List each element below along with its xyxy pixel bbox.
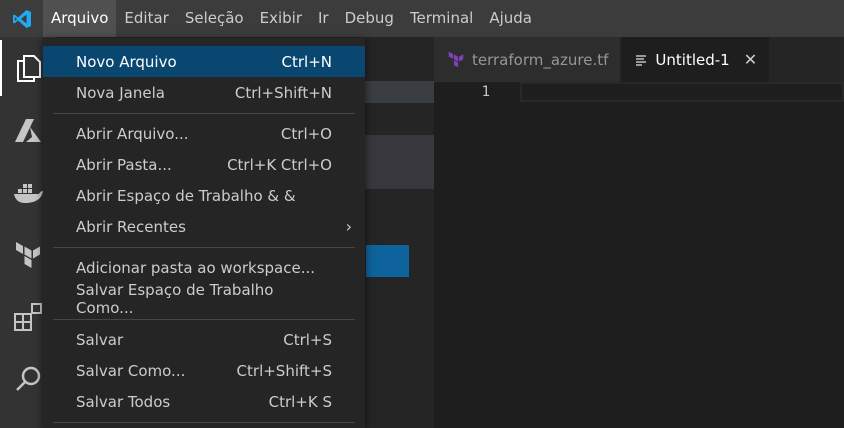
menu-editar[interactable]: Editar: [116, 0, 176, 37]
terraform-file-icon: [448, 51, 464, 68]
line-number: 1: [481, 84, 490, 100]
chevron-right-icon: ›: [345, 217, 352, 236]
menu-item-salvar-como[interactable]: Salvar Como... Ctrl+Shift+S: [43, 355, 365, 386]
menu-item-label: Abrir Espaço de Trabalho & &: [76, 186, 296, 205]
menu-item-label: Salvar: [76, 330, 124, 349]
menu-item-abrir-arquivo[interactable]: Abrir Arquivo... Ctrl+O: [43, 118, 365, 149]
menu-item-label: Abrir Arquivo...: [76, 124, 189, 143]
menu-item-salvar-todos[interactable]: Salvar Todos Ctrl+K S: [43, 386, 365, 417]
menu-separator: [53, 113, 355, 114]
menu-item-nova-janela[interactable]: Nova Janela Ctrl+Shift+N: [43, 77, 365, 108]
menu-item-salvar-espaco-como[interactable]: Salvar Espaço de Trabalho Como...: [43, 280, 365, 317]
menu-item-shortcut: Ctrl+K S: [268, 392, 332, 411]
menu-debug[interactable]: Debug: [337, 0, 402, 37]
menu-item-novo-arquivo[interactable]: Novo Arquivo Ctrl+N: [43, 46, 365, 77]
menu-terminal[interactable]: Terminal: [402, 0, 481, 37]
tab-label: terraform_azure.tf: [472, 50, 609, 69]
menu-item-shortcut: Ctrl+S: [283, 330, 332, 349]
current-line-highlight: [520, 82, 844, 102]
menu-item-label: Salvar Espaço de Trabalho Como...: [76, 280, 274, 317]
menu-item-label: Abrir Pasta...: [76, 155, 172, 174]
tab-terraform-azure[interactable]: terraform_azure.tf: [434, 37, 622, 82]
menu-item-label: Salvar Como...: [76, 361, 186, 380]
sidebar-button[interactable]: [366, 245, 409, 277]
menu-bar: Arquivo Editar Seleção Exibir Ir Debug T…: [0, 0, 844, 37]
menu-item-shortcut: Ctrl+Shift+S: [236, 361, 332, 380]
menu-separator: [53, 247, 355, 248]
tab-bar: terraform_azure.tf Untitled-1 ✕: [434, 37, 844, 82]
menu-selecao[interactable]: Seleção: [177, 0, 252, 37]
menu-item-label: Nova Janela: [76, 83, 165, 102]
menu-item-shortcut: Ctrl+N: [281, 52, 332, 71]
menu-item-abrir-espaco-trabalho[interactable]: Abrir Espaço de Trabalho & &: [43, 180, 365, 211]
menu-ajuda[interactable]: Ajuda: [481, 0, 540, 37]
menu-item-abrir-pasta[interactable]: Abrir Pasta... Ctrl+K Ctrl+O: [43, 149, 365, 180]
menu-separator: [53, 422, 355, 423]
text-file-icon: [635, 54, 647, 66]
menu-item-shortcut: Ctrl+O: [280, 124, 332, 143]
close-icon[interactable]: ✕: [744, 50, 757, 69]
menu-item-shortcut: Ctrl+K Ctrl+O: [227, 155, 332, 174]
tab-label: Untitled-1: [655, 50, 730, 69]
menu-item-shortcut: Ctrl+Shift+N: [234, 83, 332, 102]
menu-item-adicionar-pasta[interactable]: Adicionar pasta ao workspace...: [43, 252, 365, 283]
menu-ir[interactable]: Ir: [310, 0, 337, 37]
vscode-logo-icon: [0, 0, 43, 37]
editor[interactable]: 1: [434, 82, 844, 428]
menu-exibir[interactable]: Exibir: [252, 0, 310, 37]
menu-separator: [53, 319, 355, 320]
menu-item-label: Abrir Recentes: [76, 217, 186, 236]
file-menu-dropdown: Novo Arquivo Ctrl+N Nova Janela Ctrl+Shi…: [43, 38, 365, 428]
menu-arquivo[interactable]: Arquivo: [43, 0, 117, 37]
menu-item-salvar[interactable]: Salvar Ctrl+S: [43, 324, 365, 355]
menu-item-abrir-recentes[interactable]: Abrir Recentes ›: [43, 211, 365, 242]
menu-item-label: Adicionar pasta ao workspace...: [76, 258, 316, 277]
menu-item-label: Salvar Todos: [76, 392, 171, 411]
tab-untitled-1[interactable]: Untitled-1 ✕: [621, 37, 771, 82]
menu-item-label: Novo Arquivo: [76, 52, 177, 71]
